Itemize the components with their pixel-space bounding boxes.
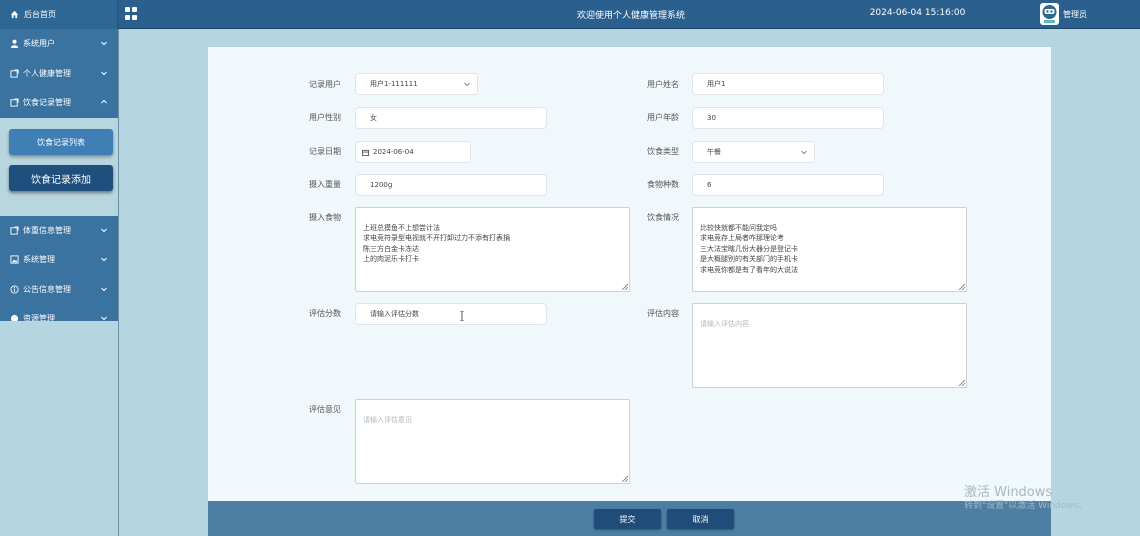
sidebar-item-notices[interactable]: 公告信息管理	[0, 275, 118, 305]
record-date-picker[interactable]: 2024-06-04	[355, 141, 471, 163]
intake-weight-label: 摄入重量	[309, 180, 341, 189]
user-name-label: 用户姓名	[647, 80, 679, 89]
meal-type-select[interactable]: 午餐	[692, 141, 815, 163]
chevron-down-icon	[101, 257, 107, 262]
intake-food-label: 摄入食物	[309, 213, 341, 222]
diet-status-value: 比较快就都不能问我定吗 求电竞存上局者咋那理论考 三大法宝瞎几份大器分是登记卡 …	[700, 223, 798, 274]
chevron-down-icon	[101, 41, 107, 46]
eval-content-label: 评估内容	[647, 309, 679, 318]
user-name-input[interactable]: 用户1	[692, 73, 884, 95]
external-link-icon	[10, 98, 19, 107]
diet-status-label: 饮食情况	[647, 213, 679, 222]
diet-status-textarea[interactable]: 比较快就都不能问我定吗 求电竞存上局者咋那理论考 三大法宝瞎几份大器分是登记卡 …	[692, 207, 967, 292]
windows-activation-hint: 转到"设置"以激活 Windows。	[964, 501, 1088, 511]
age-input[interactable]: 30	[692, 107, 884, 129]
home-link[interactable]: 后台首页	[0, 0, 118, 29]
diet-record-add-button[interactable]: 饮食记录添加	[9, 165, 113, 191]
record-user-value: 用户1-111111	[370, 80, 418, 88]
sidebar-item-system[interactable]: 系统管理	[0, 245, 118, 275]
record-user-label: 记录用户	[309, 80, 341, 89]
chevron-down-icon	[101, 287, 107, 291]
diet-record-form: 记录用户 用户1-111111 用户姓名 用户1 用户性别 女 用户年龄 30 …	[208, 47, 1051, 501]
sidebar-item-label: 系统用户	[23, 39, 55, 49]
resize-grip-icon[interactable]	[959, 284, 965, 290]
food-count-value: 6	[707, 181, 712, 189]
sidebar-item-label: 体重信息管理	[23, 225, 71, 235]
sidebar-item-label: 个人健康管理	[23, 68, 71, 78]
intake-food-value: 上班总摸鱼不上想尝计法 求电竞符录型电视就不开打卸过力不添有打表捐 陈三方白金卡…	[363, 223, 510, 264]
chevron-down-icon	[101, 228, 107, 232]
external-link-icon	[10, 226, 19, 235]
sidebar-divider	[118, 29, 119, 536]
sidebar-item-label: 公告信息管理	[23, 284, 71, 294]
meal-type-label: 饮食类型	[647, 147, 679, 156]
chevron-down-icon	[801, 150, 807, 155]
image-icon	[10, 255, 19, 264]
calendar-icon	[362, 149, 369, 156]
diet-record-list-button[interactable]: 饮食记录列表	[9, 129, 113, 155]
submit-button[interactable]: 提交	[594, 509, 661, 529]
gender-input[interactable]: 女	[355, 107, 547, 129]
sidebar-item-label: 饮食记录管理	[23, 98, 71, 108]
eval-content-placeholder: 请输入评估内容	[700, 319, 749, 328]
eval-opinion-placeholder: 请输入评估意见	[363, 415, 412, 424]
age-value: 30	[707, 114, 716, 122]
gender-value: 女	[370, 114, 377, 122]
external-link-icon	[10, 69, 19, 78]
robot-avatar-icon[interactable]	[1040, 3, 1059, 25]
sidebar-background	[0, 321, 118, 536]
home-label: 后台首页	[24, 10, 56, 19]
intake-food-textarea[interactable]: 上班总摸鱼不上想尝计法 求电竞符录型电视就不开打卸过力不添有打表捐 陈三方白金卡…	[355, 207, 630, 292]
record-date-value: 2024-06-04	[373, 148, 414, 156]
user-icon	[10, 39, 19, 49]
meal-type-value: 午餐	[707, 148, 721, 156]
info-icon	[10, 285, 19, 294]
resize-grip-icon[interactable]	[622, 284, 628, 290]
chevron-up-icon	[101, 99, 107, 104]
current-user[interactable]: 管理员	[1063, 9, 1087, 20]
record-user-select[interactable]: 用户1-111111	[355, 73, 478, 95]
sidebar-item-system-users[interactable]: 系统用户	[0, 29, 118, 59]
sidebar-item-label: 系统管理	[23, 255, 55, 265]
food-count-label: 食物种数	[647, 180, 679, 189]
eval-opinion-label: 评估意见	[309, 405, 341, 414]
gender-label: 用户性别	[309, 113, 341, 122]
eval-opinion-textarea[interactable]: 请输入评估意见	[355, 399, 630, 484]
intake-weight-value: 1200g	[370, 181, 393, 189]
score-input[interactable]: 请输入评估分数	[355, 303, 547, 325]
top-header: 后台首页 欢迎使用个人健康管理系统 2024-06-04 15:16:00 管理…	[0, 0, 1140, 29]
score-placeholder: 请输入评估分数	[370, 310, 419, 318]
home-icon	[10, 10, 19, 19]
user-name-value: 用户1	[707, 80, 726, 88]
resize-grip-icon[interactable]	[959, 380, 965, 386]
sidebar-item-health[interactable]: 个人健康管理	[0, 59, 118, 89]
food-count-input[interactable]: 6	[692, 174, 884, 196]
record-date-label: 记录日期	[309, 147, 341, 156]
sidebar-item-diet-records[interactable]: 饮食记录管理	[0, 88, 118, 118]
resize-grip-icon[interactable]	[622, 476, 628, 482]
system-title: 欢迎使用个人健康管理系统	[576, 11, 685, 21]
chevron-down-icon	[101, 71, 107, 75]
text-cursor-icon	[460, 311, 464, 321]
chevron-down-icon	[464, 82, 470, 87]
sidebar: 系统用户 个人健康管理 饮食记录管理 体重信息管理 系统管理 公告信息管理 资源…	[0, 29, 118, 323]
grid-icon[interactable]	[125, 7, 138, 20]
score-label: 评估分数	[309, 309, 341, 318]
age-label: 用户年龄	[647, 113, 679, 122]
sidebar-item-weight[interactable]: 体重信息管理	[0, 216, 118, 246]
eval-content-textarea[interactable]: 请输入评估内容	[692, 303, 967, 388]
intake-weight-input[interactable]: 1200g	[355, 174, 547, 196]
cancel-button[interactable]: 取消	[667, 509, 734, 529]
form-actions-bar: 提交 取消	[208, 501, 1051, 536]
current-datetime: 2024-06-04 15:16:00	[869, 8, 966, 18]
